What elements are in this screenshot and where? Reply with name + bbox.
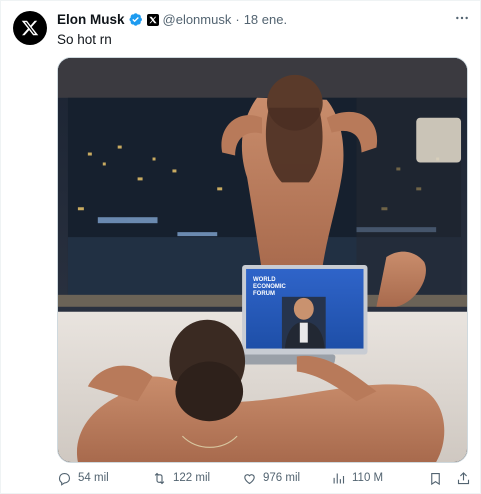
author-name[interactable]: Elon Musk — [57, 12, 125, 27]
tweet-text: So hot rn — [57, 32, 112, 47]
repost-count: 122 mil — [173, 472, 211, 484]
repost-icon — [154, 472, 165, 485]
views-count: 110 M — [352, 472, 384, 484]
bookmark-button[interactable] — [428, 471, 449, 486]
tweet-date[interactable]: 18 ene. — [244, 12, 287, 27]
like-count: 976 mil — [263, 472, 301, 484]
heart-icon — [244, 474, 255, 485]
more-icon[interactable] — [453, 11, 471, 25]
author-handle[interactable]: @elonmusk — [163, 12, 232, 27]
share-icon — [457, 472, 470, 485]
tweet-actions: 54 mil 122 mil 976 mil 110 M — [57, 471, 475, 489]
logo-line-3: FORUM — [253, 291, 275, 297]
bookmark-icon — [431, 472, 440, 486]
tweet-header: Elon Musk @elonmusk · 18 ene. — [57, 12, 287, 27]
verified-badge-icon[interactable] — [128, 12, 143, 27]
x-logo-icon — [21, 20, 39, 36]
repost-button[interactable]: 122 mil — [152, 471, 210, 486]
reply-count: 54 mil — [78, 472, 109, 484]
logo-line-2: ECONOMIC — [253, 284, 287, 290]
tweet-card[interactable]: Elon Musk @elonmusk · 18 ene. So hot rn — [0, 0, 481, 494]
x-affiliation-icon[interactable] — [146, 13, 159, 26]
photo-illustration: WORLD ECONOMIC FORUM — [58, 58, 467, 462]
avatar[interactable] — [13, 11, 47, 45]
separator-dot: · — [235, 12, 240, 27]
share-button[interactable] — [456, 471, 477, 486]
like-button[interactable]: 976 mil — [242, 471, 300, 486]
reply-icon — [58, 472, 71, 486]
reply-button[interactable]: 54 mil — [57, 471, 109, 486]
tweet-photo[interactable]: WORLD ECONOMIC FORUM — [57, 57, 468, 463]
views-button[interactable]: 110 M — [331, 471, 383, 486]
logo-line-1: WORLD — [253, 277, 276, 283]
views-icon — [333, 473, 345, 484]
